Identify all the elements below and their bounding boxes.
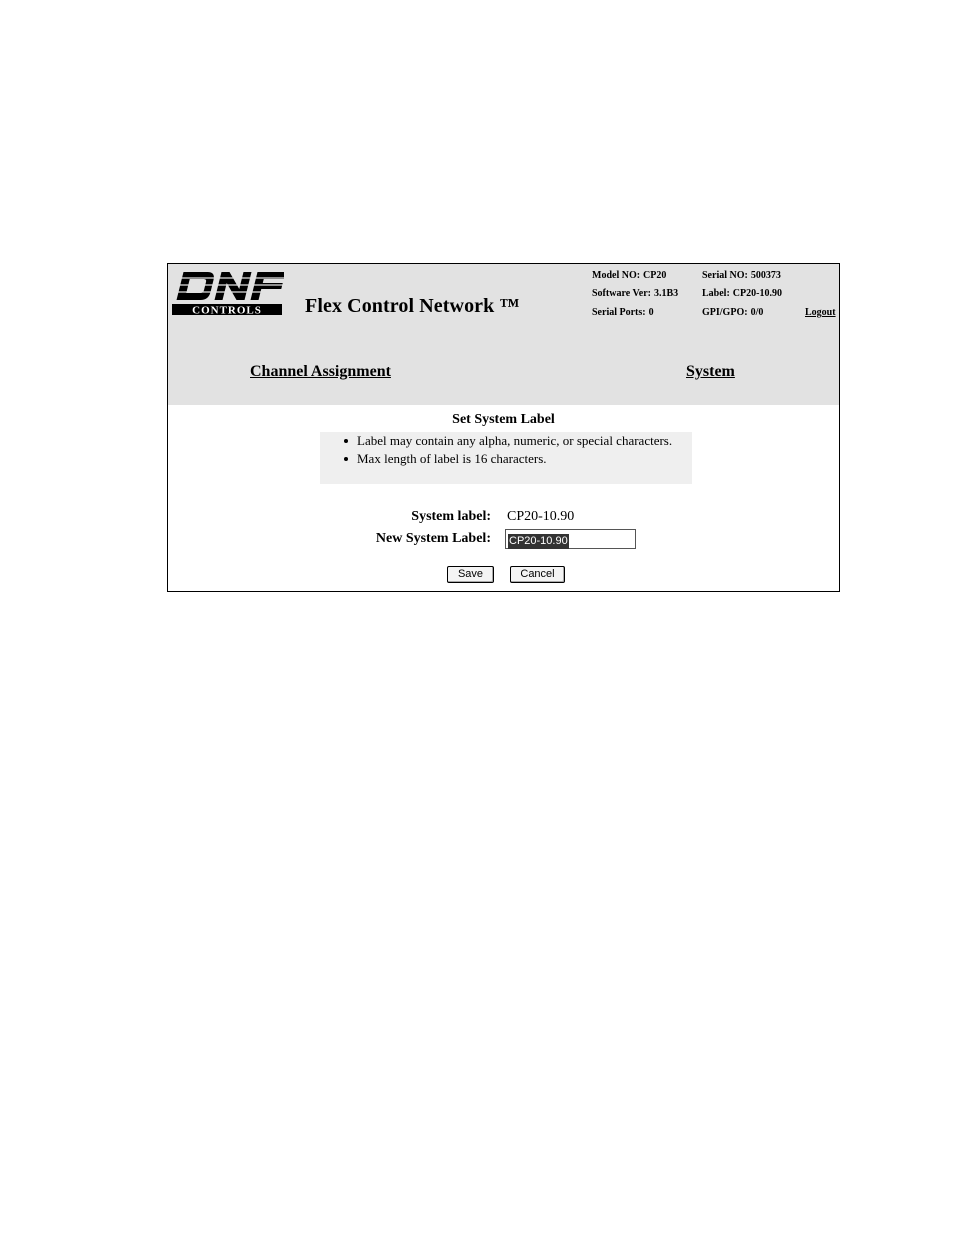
- nav-channel-assignment[interactable]: Channel Assignment: [250, 363, 391, 381]
- new-system-label-input[interactable]: CP20-10.90: [505, 529, 636, 549]
- cancel-button[interactable]: Cancel: [510, 566, 565, 583]
- nav-system[interactable]: System: [686, 363, 735, 381]
- serial-info: Serial NO: 500373: [702, 270, 781, 281]
- system-label-label: System label:: [411, 509, 491, 524]
- dnf-controls-logo: CONTROLS: [172, 270, 284, 316]
- svg-text:CONTROLS: CONTROLS: [192, 305, 262, 317]
- list-item: Label may contain any alpha, numeric, or…: [320, 432, 692, 450]
- app-title: Flex Control Network ™: [305, 295, 520, 317]
- list-item: Max length of label is 16 characters.: [320, 450, 692, 468]
- save-button[interactable]: Save: [447, 566, 494, 583]
- bullet-icon: [344, 439, 348, 443]
- logout-link[interactable]: Logout: [805, 307, 836, 318]
- serial-ports-info: Serial Ports: 0: [592, 307, 654, 318]
- browser-page: CONTROLS Flex Control Network ™ Model NO…: [167, 263, 840, 592]
- bullet-icon: [344, 457, 348, 461]
- new-system-label-label: New System Label:: [375, 531, 491, 546]
- header-bar: CONTROLS Flex Control Network ™ Model NO…: [168, 264, 839, 405]
- system-label-value: CP20-10.90: [507, 509, 575, 524]
- selected-text: CP20-10.90: [508, 534, 569, 549]
- model-info: Model NO: CP20: [592, 270, 667, 281]
- gpi-gpo-info: GPI/GPO: 0/0: [702, 307, 764, 318]
- software-info: Software Ver: 3.1B3: [592, 288, 679, 299]
- label-info: Label: CP20-10.90: [702, 288, 782, 299]
- notes-box: Label may contain any alpha, numeric, or…: [320, 432, 692, 484]
- section-title: Set System Label: [452, 412, 555, 427]
